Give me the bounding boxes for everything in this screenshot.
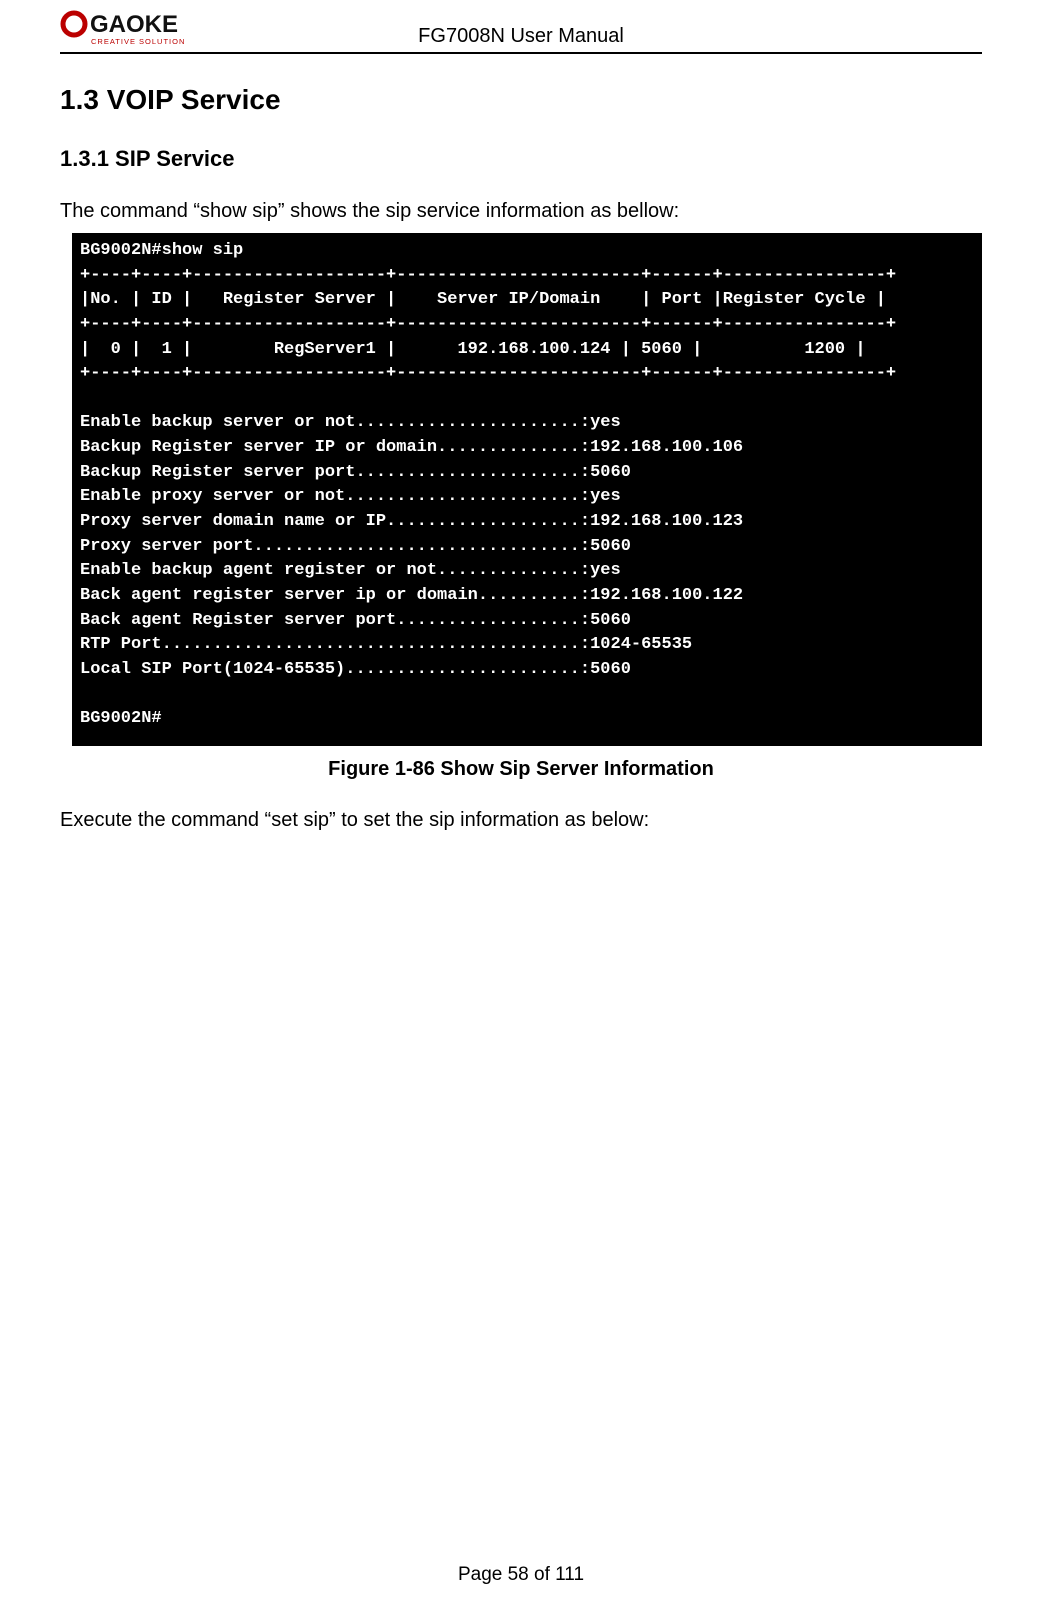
figure-caption: Figure 1-86 Show Sip Server Information [60, 758, 982, 781]
after-figure-paragraph: Execute the command “set sip” to set the… [60, 809, 982, 832]
terminal-line: +----+----+-------------------+---------… [80, 266, 896, 285]
terminal-line: Proxy server domain name or IP..........… [80, 512, 743, 531]
subsection-heading: 1.3.1 SIP Service [60, 146, 982, 172]
document-title: FG7008N User Manual [220, 25, 822, 50]
page-container: GAOKE CREATIVE SOLUTION FG7008N User Man… [0, 0, 1042, 1606]
brand-text: GAOKE [90, 11, 178, 38]
terminal-line: Backup Register server IP or domain.....… [80, 438, 743, 457]
gaoke-logo-icon: GAOKE CREATIVE SOLUTION [60, 10, 220, 50]
page-footer: Page 58 of 111 [0, 1564, 1042, 1586]
terminal-output: BG9002N#show sip +----+----+------------… [72, 233, 982, 746]
terminal-line: Enable proxy server or not..............… [80, 487, 621, 506]
brand-logo: GAOKE CREATIVE SOLUTION [60, 10, 220, 50]
terminal-line: +----+----+-------------------+---------… [80, 364, 896, 383]
terminal-line: Back agent Register server port.........… [80, 611, 631, 630]
terminal-line: Back agent register server ip or domain.… [80, 586, 743, 605]
terminal-line: BG9002N# [80, 709, 162, 728]
terminal-line: BG9002N#show sip [80, 241, 243, 260]
terminal-line: Enable backup server or not.............… [80, 413, 621, 432]
section-heading: 1.3 VOIP Service [60, 84, 982, 116]
brand-tagline: CREATIVE SOLUTION [91, 37, 185, 46]
terminal-line: |No. | ID | Register Server | Server IP/… [80, 290, 886, 309]
terminal-line: Enable backup agent register or not.....… [80, 561, 621, 580]
terminal-line: Backup Register server port.............… [80, 463, 631, 482]
terminal-line: Local SIP Port(1024-65535)..............… [80, 660, 631, 679]
document-header: GAOKE CREATIVE SOLUTION FG7008N User Man… [60, 10, 982, 54]
intro-paragraph: The command “show sip” shows the sip ser… [60, 200, 982, 223]
terminal-line: Proxy server port.......................… [80, 537, 631, 556]
terminal-line: | 0 | 1 | RegServer1 | 192.168.100.124 |… [80, 340, 866, 359]
terminal-line: RTP Port................................… [80, 635, 692, 654]
terminal-line: +----+----+-------------------+---------… [80, 315, 896, 334]
